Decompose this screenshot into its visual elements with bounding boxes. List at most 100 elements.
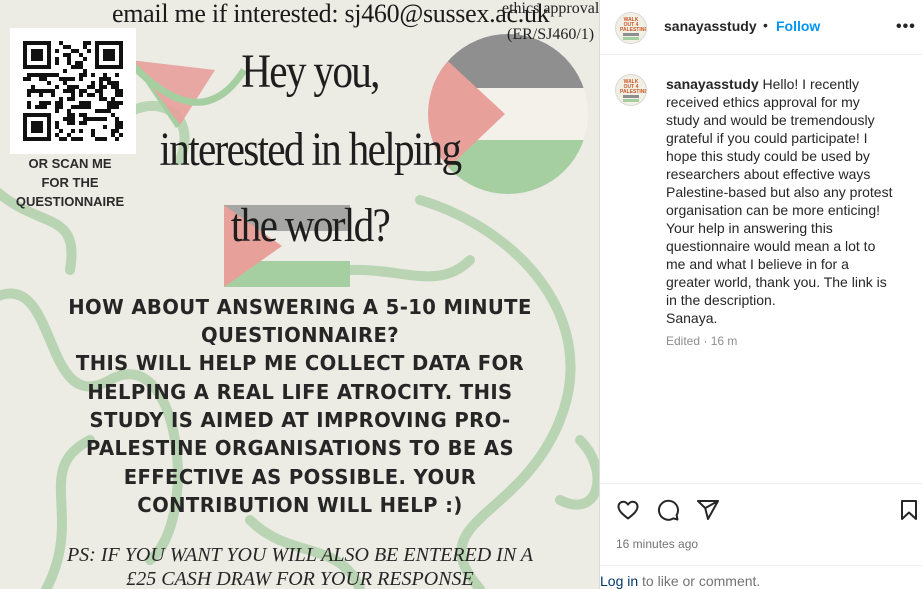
post-header: WALK OUT 4 PALESTINE sanayasstudy • Foll… — [600, 0, 922, 55]
qr-module — [115, 117, 119, 121]
qr-module — [67, 45, 71, 49]
qr-module — [79, 77, 83, 81]
qr-module — [91, 129, 95, 133]
comment-icon[interactable] — [656, 498, 680, 522]
caption-line-9: Your help in answering this — [666, 220, 833, 236]
caption-line-2: received ethics approval for my — [666, 94, 860, 110]
qr-module — [107, 81, 111, 85]
login-link[interactable]: Log in — [600, 573, 638, 589]
qr-module — [39, 77, 43, 81]
poster-scan-line-2: FOR THE — [41, 175, 99, 190]
qr-module — [99, 81, 103, 85]
header-username[interactable]: sanayasstudy — [664, 18, 757, 34]
bookmark-icon[interactable] — [897, 498, 921, 522]
qr-module — [27, 73, 31, 77]
qr-module — [63, 45, 67, 49]
qr-module — [59, 41, 63, 45]
caption-line-5: hope this study could be used by — [666, 148, 870, 164]
header-avatar[interactable]: WALK OUT 4 PALESTINE — [615, 12, 647, 44]
heart-icon[interactable] — [616, 498, 640, 522]
qr-module — [111, 105, 115, 109]
qr-module — [83, 73, 87, 77]
qr-module — [51, 93, 55, 97]
caption-line-14: Sanaya. — [666, 310, 718, 326]
qr-module — [67, 77, 71, 81]
poster-ethics-label: ethics approval: — [502, 0, 599, 17]
poster-scan-line-3: QUESTIONNAIRE — [15, 194, 125, 209]
post-timestamp[interactable]: 16 minutes ago — [616, 537, 698, 551]
qr-module — [87, 101, 91, 105]
qr-code-pattern — [23, 41, 123, 141]
qr-module — [39, 105, 43, 109]
qr-code — [10, 28, 136, 154]
qr-module — [115, 105, 119, 109]
qr-module — [43, 73, 47, 77]
qr-module — [55, 57, 59, 61]
qr-module — [115, 129, 119, 133]
poster-body-line-3: THIS WILL HELP ME COLLECT DATA FOR — [75, 351, 525, 375]
qr-module — [83, 89, 87, 93]
poster-body-line-8: CONTRIBUTION WILL HELP :) — [137, 493, 463, 517]
qr-module — [59, 77, 63, 81]
qr-module — [95, 109, 99, 113]
qr-module — [43, 77, 47, 81]
qr-module — [71, 93, 75, 97]
qr-module — [27, 93, 31, 97]
qr-module — [23, 77, 27, 81]
poster-headline-line-3: the world? — [230, 199, 391, 252]
qr-module — [111, 101, 115, 105]
qr-module — [83, 45, 87, 49]
qr-module — [35, 89, 39, 93]
more-horizontal-icon[interactable]: ••• — [896, 18, 916, 36]
qr-module — [51, 73, 55, 77]
caption-avatar[interactable]: WALK OUT 4 PALESTINE — [615, 74, 647, 106]
qr-module — [99, 93, 103, 97]
qr-module — [47, 81, 51, 85]
qr-module — [91, 93, 95, 97]
caption-line-4: grateful if you could participate! I — [666, 130, 868, 146]
qr-module — [59, 129, 63, 133]
qr-finder-pattern — [103, 49, 115, 61]
qr-module — [79, 93, 83, 97]
qr-module — [27, 105, 31, 109]
qr-module — [79, 61, 83, 65]
qr-module — [55, 105, 59, 109]
qr-module — [79, 113, 83, 117]
qr-module — [39, 101, 43, 105]
qr-module — [67, 61, 71, 65]
qr-module — [95, 89, 99, 93]
qr-module — [71, 77, 75, 81]
qr-module — [67, 113, 71, 117]
qr-module — [99, 117, 103, 121]
qr-module — [79, 89, 83, 93]
qr-module — [71, 137, 75, 141]
follow-button[interactable]: Follow — [776, 18, 820, 34]
qr-module — [83, 117, 87, 121]
qr-module — [71, 117, 75, 121]
qr-module — [99, 97, 103, 101]
qr-module — [95, 117, 99, 121]
poster-body-line-4: HELPING A REAL LIFE ATROCITY. THIS — [87, 380, 513, 404]
caption-edited-time[interactable]: Edited · 16 m — [666, 334, 737, 348]
qr-module — [103, 125, 107, 129]
login-rest-text: to like or comment. — [638, 573, 761, 589]
qr-module — [115, 85, 119, 89]
caption-line-13: in the description. — [666, 292, 776, 308]
avatar-text: WALK OUT 4 PALESTINE — [620, 17, 647, 33]
caption-username[interactable]: sanayasstudy — [666, 76, 759, 92]
caption-line-8: organisation can be more enticing! — [666, 202, 881, 218]
share-icon[interactable] — [696, 498, 720, 522]
post-image[interactable]: email me if interested: sj460@sussex.ac.… — [0, 0, 599, 589]
qr-module — [63, 53, 67, 57]
panel-divider — [599, 0, 600, 589]
qr-module — [115, 121, 119, 125]
qr-module — [119, 101, 123, 105]
qr-module — [55, 109, 59, 113]
qr-module — [79, 65, 83, 69]
qr-module — [115, 73, 119, 77]
qr-module — [51, 89, 55, 93]
poster-body-line-7: EFFECTIVE AS POSSIBLE. YOUR — [123, 465, 477, 489]
qr-module — [83, 69, 87, 73]
qr-module — [79, 121, 83, 125]
qr-module — [71, 89, 75, 93]
